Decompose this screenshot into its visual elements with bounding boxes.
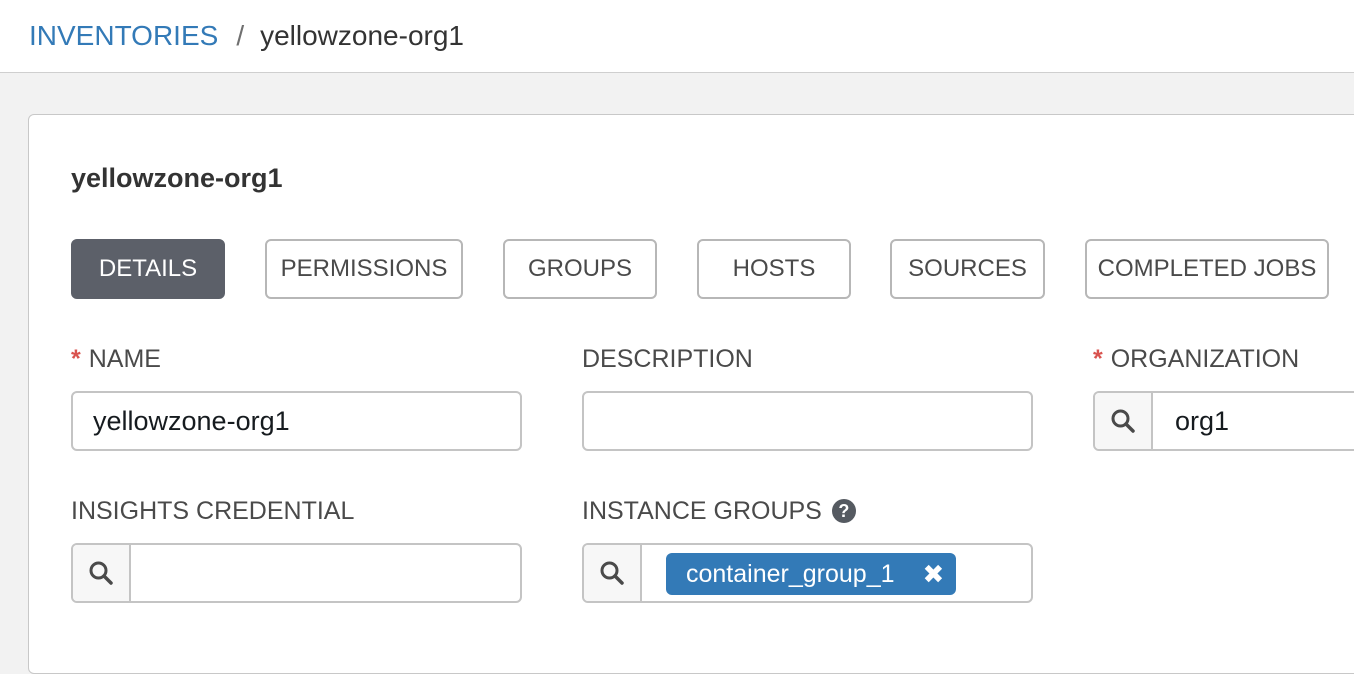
instance-groups-chip-area: container_group_1 ✖ [642, 545, 1031, 601]
tab-sources[interactable]: SOURCES [890, 239, 1045, 299]
breadcrumb: INVENTORIES / yellowzone-org1 [29, 18, 464, 54]
insights-credential-label: INSIGHTS CREDENTIAL [71, 497, 355, 525]
name-label-text: NAME [88, 345, 161, 373]
tab-completed-jobs[interactable]: COMPLETED JOBS [1085, 239, 1329, 299]
insights-credential-lookup[interactable] [71, 543, 522, 603]
search-icon [600, 561, 624, 585]
instance-groups-search-button[interactable] [584, 545, 642, 601]
instance-group-chip-label: container_group_1 [686, 559, 895, 588]
instance-groups-label-text: INSTANCE GROUPS [582, 497, 822, 525]
name-input[interactable]: yellowzone-org1 [71, 391, 522, 451]
instance-group-chip: container_group_1 ✖ [666, 553, 957, 595]
insights-credential-search-button[interactable] [73, 545, 131, 601]
breadcrumb-current: yellowzone-org1 [260, 20, 464, 51]
organization-lookup[interactable]: org1 [1093, 391, 1354, 451]
organization-label-text: ORGANIZATION [1110, 345, 1300, 373]
organization-value[interactable]: org1 [1153, 393, 1354, 449]
close-icon[interactable]: ✖ [923, 561, 945, 587]
search-icon [89, 561, 113, 585]
instance-groups-label: INSTANCE GROUPS? [582, 497, 856, 526]
page-title: yellowzone-org1 [71, 163, 283, 193]
required-marker: * [1093, 345, 1103, 373]
breadcrumb-inventories-link[interactable]: INVENTORIES [29, 20, 218, 51]
question-circle-icon[interactable]: ? [831, 499, 856, 523]
inventory-details-panel: yellowzone-org1 DETAILS PERMISSIONS GROU… [28, 114, 1354, 674]
instance-groups-lookup[interactable]: container_group_1 ✖ [582, 543, 1033, 603]
name-label: * NAME [71, 345, 161, 374]
description-label: DESCRIPTION [582, 345, 753, 373]
search-icon [1111, 409, 1135, 433]
insights-credential-value[interactable] [131, 545, 520, 601]
organization-search-button[interactable] [1095, 393, 1153, 449]
top-bar: INVENTORIES / yellowzone-org1 [0, 0, 1354, 73]
organization-label: * ORGANIZATION [1093, 345, 1299, 374]
breadcrumb-separator: / [236, 20, 245, 51]
tab-hosts[interactable]: HOSTS [697, 239, 851, 299]
tab-groups[interactable]: GROUPS [503, 239, 657, 299]
required-marker: * [71, 345, 81, 373]
description-input[interactable] [582, 391, 1033, 451]
tab-details[interactable]: DETAILS [71, 239, 225, 299]
tab-permissions[interactable]: PERMISSIONS [265, 239, 463, 299]
